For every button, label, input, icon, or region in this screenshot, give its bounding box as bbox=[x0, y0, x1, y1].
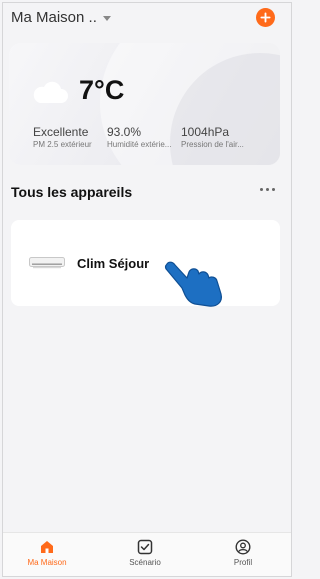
add-device-button[interactable] bbox=[256, 8, 275, 27]
nav-label: Profil bbox=[233, 558, 253, 567]
metric-pressure: 1004hPa Pression de l'air... bbox=[181, 125, 244, 149]
device-name: Clim Séjour bbox=[77, 256, 150, 271]
chevron-down-icon bbox=[102, 16, 111, 21]
air-conditioner-icon bbox=[29, 257, 65, 269]
nav-tab-profile[interactable]: Profil bbox=[213, 539, 273, 567]
home-name: Ma Maison .. bbox=[11, 9, 97, 26]
bottom-nav: Ma Maison Scénario Profil bbox=[3, 532, 291, 576]
home-selector[interactable]: Ma Maison .. bbox=[11, 9, 111, 26]
pointing-hand-icon bbox=[164, 261, 222, 307]
top-bar: Ma Maison .. bbox=[3, 3, 291, 33]
more-horizontal-icon bbox=[260, 188, 263, 191]
nav-label: Scénario bbox=[129, 558, 161, 567]
weather-card[interactable]: 7°C Excellente PM 2.5 extérieur 93.0% Hu… bbox=[9, 43, 280, 165]
app-screen: Ma Maison .. 7°C Excellente PM 2.5 extér… bbox=[2, 2, 292, 577]
metric-pm25: Excellente PM 2.5 extérieur bbox=[33, 125, 92, 149]
profile-icon bbox=[235, 539, 251, 555]
home-icon bbox=[41, 541, 53, 553]
metric-label: Pression de l'air... bbox=[181, 140, 244, 149]
metric-value: Excellente bbox=[33, 125, 89, 139]
nav-tab-scenario[interactable]: Scénario bbox=[115, 539, 175, 567]
metric-label: PM 2.5 extérieur bbox=[33, 140, 92, 149]
metric-label: Humidité extérie... bbox=[107, 140, 172, 149]
cloud-icon bbox=[33, 81, 68, 103]
device-card[interactable]: Clim Séjour bbox=[11, 220, 280, 307]
temperature: 7°C bbox=[79, 75, 125, 105]
metric-value: 1004hPa bbox=[181, 125, 230, 139]
section-title: Tous les appareils bbox=[11, 184, 133, 200]
nav-label: Ma Maison bbox=[27, 558, 67, 567]
plus-icon bbox=[260, 12, 271, 23]
scenario-check-icon bbox=[137, 539, 153, 555]
metric-value: 93.0% bbox=[107, 125, 142, 139]
nav-tab-home[interactable]: Ma Maison bbox=[17, 539, 77, 567]
metric-humidity: 93.0% Humidité extérie... bbox=[107, 125, 171, 149]
more-options-button[interactable] bbox=[260, 184, 275, 195]
